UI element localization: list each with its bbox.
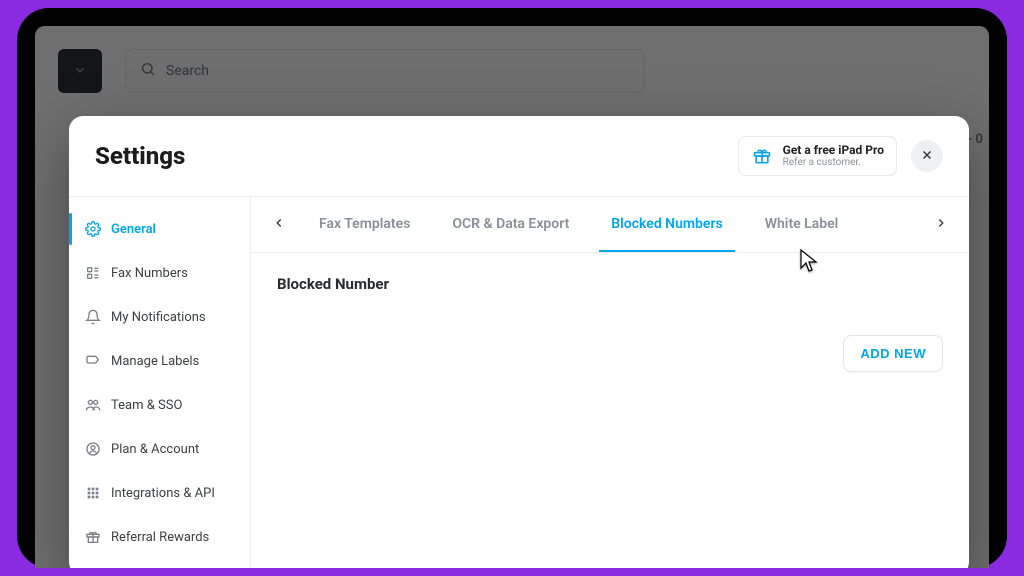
tab-ocr-data-export[interactable]: OCR & Data Export [440, 197, 581, 252]
settings-content: Fax Templates OCR & Data Export Blocked … [251, 197, 969, 568]
sidebar-item-fax-numbers[interactable]: Fax Numbers [69, 251, 250, 295]
background-right-edge-text: - 0 [968, 132, 983, 147]
sidebar-item-team-sso[interactable]: Team & SSO [69, 383, 250, 427]
promo-subtitle: Refer a customer. [783, 157, 884, 169]
tag-icon [85, 353, 101, 369]
users-icon [85, 397, 101, 413]
sidebar-item-label: Team & SSO [111, 398, 182, 413]
sidebar-item-referral-rewards[interactable]: Referral Rewards [69, 515, 250, 559]
promo-title: Get a free iPad Pro [783, 143, 884, 157]
tab-white-label[interactable]: White Label [753, 197, 851, 252]
chevron-right-icon [934, 215, 948, 234]
sidebar-item-label: Referral Rewards [111, 530, 209, 545]
settings-modal: Settings Get a free iPad Pro Refer a cus… [69, 116, 969, 568]
sidebar-item-plan-account[interactable]: Plan & Account [69, 427, 250, 471]
add-new-button[interactable]: ADD NEW [843, 335, 943, 372]
close-button[interactable] [911, 140, 943, 172]
sidebar-item-label: Manage Labels [111, 354, 199, 369]
modal-header: Settings Get a free iPad Pro Refer a cus… [69, 116, 969, 197]
add-new-row: ADD NEW [251, 315, 969, 372]
tab-blocked-numbers[interactable]: Blocked Numbers [599, 197, 734, 252]
sidebar-item-manage-labels[interactable]: Manage Labels [69, 339, 250, 383]
chevron-left-icon [272, 215, 286, 234]
modal-title: Settings [95, 142, 185, 170]
sidebar-item-integrations[interactable]: Integrations & API [69, 471, 250, 515]
grid-icon [85, 485, 101, 501]
close-icon [920, 147, 934, 166]
device-frame: Search - 0 Settings Get a free iPad Pro … [17, 8, 1007, 568]
settings-sidebar: General Fax Numbers My Notifications [69, 197, 251, 568]
tab-label: Fax Templates [319, 216, 410, 232]
modal-header-right: Get a free iPad Pro Refer a customer. [738, 136, 943, 176]
gift-icon [85, 529, 101, 545]
promo-card[interactable]: Get a free iPad Pro Refer a customer. [738, 136, 897, 176]
sidebar-item-label: Integrations & API [111, 486, 215, 501]
tab-label: Blocked Numbers [611, 216, 722, 232]
tabs: Fax Templates OCR & Data Export Blocked … [297, 197, 923, 252]
phone-list-icon [85, 265, 101, 281]
gear-icon [85, 221, 101, 237]
tabs-row: Fax Templates OCR & Data Export Blocked … [251, 197, 969, 253]
bell-icon [85, 309, 101, 325]
sidebar-item-label: Plan & Account [111, 442, 199, 457]
modal-body: General Fax Numbers My Notifications [69, 197, 969, 568]
sidebar-item-notifications[interactable]: My Notifications [69, 295, 250, 339]
sidebar-item-label: General [111, 222, 156, 237]
user-circle-icon [85, 441, 101, 457]
tabs-scroll-right[interactable] [927, 207, 955, 243]
tab-fax-templates[interactable]: Fax Templates [307, 197, 422, 252]
gift-icon [751, 145, 773, 167]
promo-text: Get a free iPad Pro Refer a customer. [783, 143, 884, 169]
sidebar-item-label: Fax Numbers [111, 266, 188, 281]
tabs-scroll-left[interactable] [265, 207, 293, 243]
sidebar-item-general[interactable]: General [69, 207, 250, 251]
screen: Search - 0 Settings Get a free iPad Pro … [35, 26, 989, 568]
section-title: Blocked Number [277, 275, 943, 293]
tab-label: White Label [765, 216, 839, 232]
content-inner: Blocked Number [251, 253, 969, 315]
tab-label: OCR & Data Export [452, 216, 569, 232]
sidebar-item-label: My Notifications [111, 310, 206, 325]
